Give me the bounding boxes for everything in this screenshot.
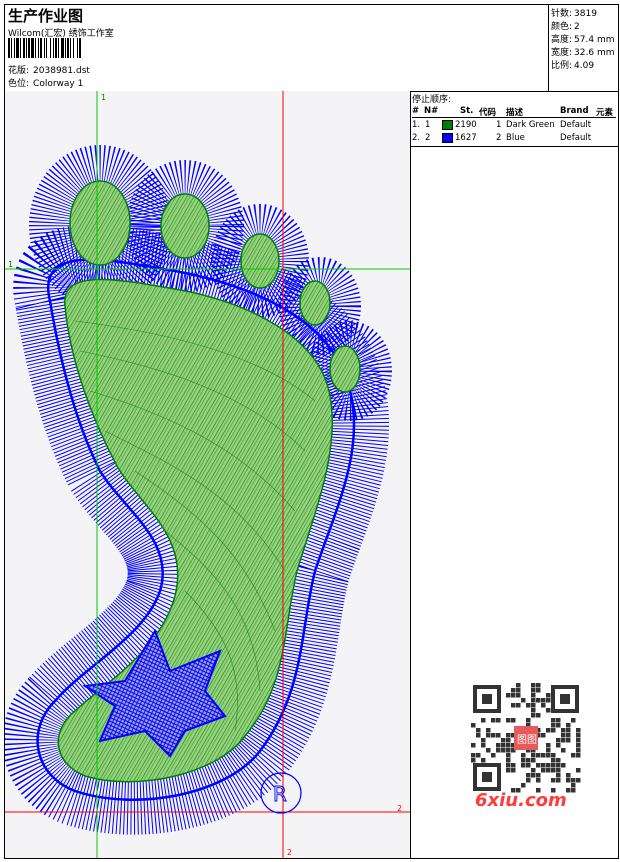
col-stitches: St. — [460, 106, 474, 116]
design-file-line: 花版: 2038981.dst — [8, 63, 90, 76]
table-row: 2. 2 1627 2 Blue Default — [412, 133, 592, 143]
green-axis-label-x: 1 — [101, 93, 106, 102]
stop-sequence-title: 停止顺序: — [412, 95, 452, 105]
svg-text:R: R — [273, 782, 287, 806]
col-index: # — [412, 106, 420, 116]
red-axis-label-x: 2 — [287, 848, 292, 857]
svg-text:图图: 图图 — [517, 734, 537, 746]
stat-scale: 比例: 4.09 — [551, 61, 595, 71]
site-logo: 6xiu.com — [475, 790, 567, 811]
embroidery-design: 1 1 2 2 R — [2, 91, 410, 858]
design-stats: 针数: 3819 颜色: 2 高度: 57.4 mm 宽度: 32.6 mm 比例: 4.… — [548, 5, 618, 92]
col-n: N# — [424, 106, 439, 116]
color-swatch-green — [442, 120, 453, 130]
design-label: 花版: — [8, 66, 30, 76]
green-axis-label-y: 1 — [8, 260, 13, 269]
col-element: 元素 — [596, 108, 614, 118]
col-desc: 描述 — [506, 108, 524, 118]
qr-code-watermark: 图图 — [471, 683, 581, 793]
design-preview: 1 1 2 2 R — [2, 91, 411, 858]
page-title: 生产作业图 — [8, 7, 84, 25]
barcode — [8, 38, 81, 58]
colorway-line: 色位: Colorway 1 — [8, 76, 83, 89]
color-swatch-blue — [442, 133, 453, 143]
table-row: 1. 1 2190 1 Dark Green Default — [412, 120, 592, 130]
stat-colors: 颜色: 2 — [551, 22, 580, 32]
panel-divider — [410, 146, 618, 147]
stat-stitches: 针数: 3819 — [551, 9, 597, 19]
colorway-label: 色位: — [8, 79, 30, 89]
col-brand: Brand — [560, 106, 589, 116]
stat-height: 高度: 57.4 mm — [551, 35, 615, 45]
origin-marker-icon: R — [260, 772, 302, 814]
stat-width: 宽度: 32.6 mm — [551, 48, 615, 58]
stop-sequence-header: # N# St. 代码 描述 Brand 元素 — [412, 106, 616, 118]
col-code: 代码 — [479, 108, 497, 118]
design-file: 2038981.dst — [33, 66, 90, 76]
colorway-value: Colorway 1 — [33, 79, 84, 89]
red-axis-label-y: 2 — [397, 804, 402, 813]
header-info: 生产作业图 Wilcom(汇宏) 绣饰工作室 花版: 2038981.dst 色位… — [5, 5, 549, 92]
